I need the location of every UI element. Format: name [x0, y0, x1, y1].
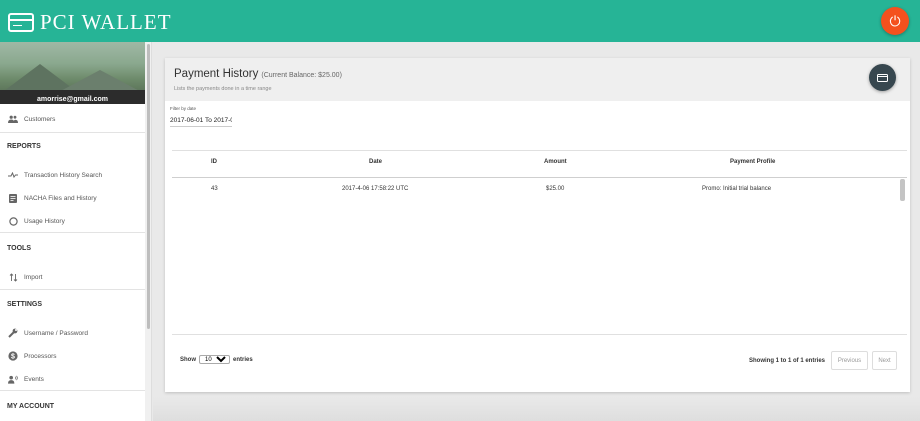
sidebar: amorrise@gmail.com Customers REPORTS Tra…: [0, 42, 152, 421]
dollar-circle-icon: $: [8, 351, 18, 361]
top-app-bar: PCI WALLET ⏻: [0, 0, 920, 42]
payment-history-card: Payment History (Current Balance: $25.00)…: [165, 58, 910, 392]
sidebar-item-nacha-files[interactable]: NACHA Files and History: [8, 193, 97, 203]
power-icon: ⏻: [889, 12, 901, 29]
sidebar-item-usage-history[interactable]: Usage History: [8, 216, 65, 226]
sidebar-item-label: NACHA Files and History: [24, 194, 97, 202]
page-size-select[interactable]: 10: [199, 355, 230, 364]
app-logo[interactable]: PCI WALLET: [8, 9, 172, 35]
person-voice-icon: [8, 374, 18, 384]
import-arrows-icon: [8, 272, 18, 282]
column-header-payment-profile[interactable]: Payment Profile: [730, 159, 775, 165]
page-subtitle: Lists the payments done in a time range: [174, 86, 272, 92]
profile-banner: amorrise@gmail.com: [0, 42, 145, 104]
svg-text:$: $: [11, 353, 15, 360]
column-header-amount[interactable]: Amount: [544, 159, 567, 165]
current-balance: (Current Balance: $25.00): [261, 72, 342, 79]
user-email: amorrise@gmail.com: [36, 96, 109, 103]
section-tools: TOOLS: [7, 245, 31, 252]
document-icon: [8, 193, 18, 203]
trending-icon: [8, 170, 18, 180]
filter-label: Filter by date: [170, 106, 197, 111]
divider: [0, 232, 145, 233]
cell-id: 43: [211, 186, 218, 192]
sidebar-item-events[interactable]: Events: [8, 374, 44, 384]
column-header-id[interactable]: ID: [211, 159, 217, 165]
sidebar-item-label: Import: [24, 273, 43, 281]
entries-label: entries: [233, 356, 253, 363]
column-header-date[interactable]: Date: [369, 159, 382, 165]
people-icon: [8, 114, 18, 124]
sidebar-item-username-password[interactable]: Username / Password: [8, 328, 88, 338]
cell-date: 2017-4-06 17:58:22 UTC: [342, 186, 409, 192]
sidebar-item-label: Transaction History Search: [24, 171, 103, 179]
show-label: Show: [180, 356, 196, 363]
section-reports: REPORTS: [7, 143, 41, 150]
cell-payment-profile: Promo: Initial trial balance: [702, 186, 772, 192]
page-title: Payment History (Current Balance: $25.00): [174, 68, 342, 80]
wrench-icon: [8, 328, 18, 338]
divider: [0, 390, 145, 391]
sidebar-item-label: Username / Password: [24, 329, 88, 337]
cell-amount: $25.00: [546, 186, 565, 192]
content-bottom-area: [153, 397, 920, 421]
table-scrollbar[interactable]: [900, 179, 905, 201]
section-my-account: MY ACCOUNT: [7, 403, 55, 410]
scrollbar-thumb[interactable]: [147, 44, 150, 329]
sidebar-item-import[interactable]: Import: [8, 272, 42, 282]
table-bottom-border: [172, 334, 907, 335]
sidebar-item-transaction-history-search[interactable]: Transaction History Search: [8, 170, 102, 180]
card-header: Payment History (Current Balance: $25.00)…: [165, 58, 910, 101]
table-top-border: [172, 150, 907, 151]
circle-progress-icon: [8, 216, 18, 226]
sidebar-item-processors[interactable]: $ Processors: [8, 351, 57, 361]
divider: [0, 289, 145, 290]
credit-card-icon: [8, 12, 34, 32]
title-text: Payment History: [174, 68, 259, 80]
next-page-button[interactable]: Next: [872, 351, 897, 370]
logout-button[interactable]: ⏻: [881, 7, 909, 35]
date-range-input[interactable]: 2017-06-01 To 2017-0: [170, 117, 232, 127]
page-size-control: Show 10 entries: [180, 355, 253, 364]
payment-card-button[interactable]: [869, 64, 896, 91]
sidebar-item-label: Customers: [24, 115, 56, 123]
sidebar-item-label: Processors: [24, 352, 57, 360]
pagination-info: Showing 1 to 1 of 1 entries: [749, 358, 826, 364]
section-settings: SETTINGS: [7, 301, 43, 308]
app-title: PCI WALLET: [40, 9, 172, 34]
sidebar-scrollbar[interactable]: [145, 42, 151, 421]
credit-card-icon: [877, 73, 888, 82]
sidebar-item-customers[interactable]: Customers: [8, 114, 55, 124]
previous-page-button[interactable]: Previous: [831, 351, 868, 370]
table-header-border: [172, 177, 907, 178]
sidebar-item-label: Events: [24, 375, 44, 383]
sidebar-item-label: Usage History: [24, 217, 65, 225]
divider: [0, 132, 145, 133]
